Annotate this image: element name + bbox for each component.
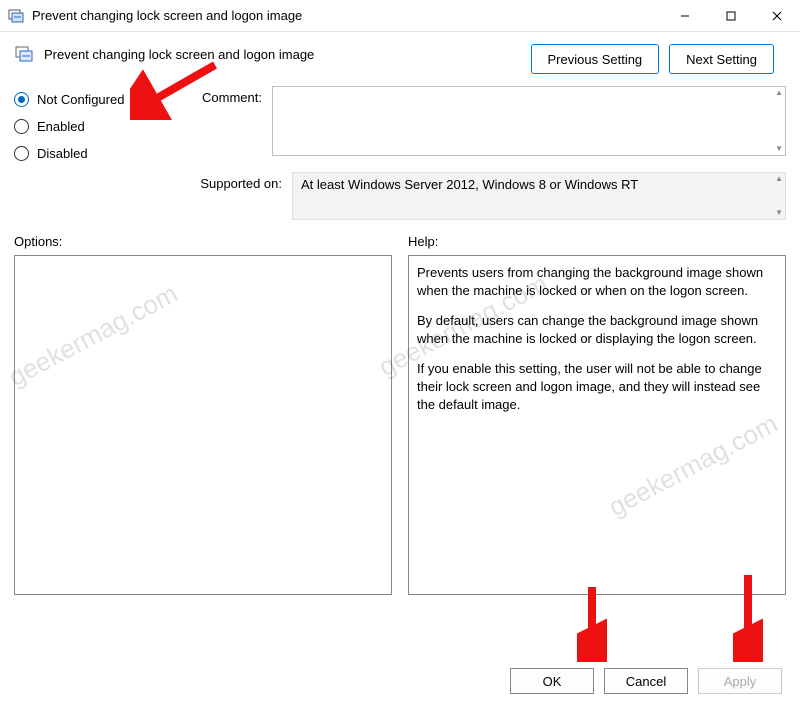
chevron-up-icon: ▲ [775,89,783,97]
panels: Options: Help: Prevents users from chang… [0,230,800,595]
minimize-button[interactable] [662,0,708,32]
options-box [14,255,392,595]
comment-input[interactable]: ▲ ▼ [272,86,786,156]
chevron-up-icon: ▲ [775,175,783,183]
chevron-down-icon: ▼ [775,209,783,217]
radio-not-configured[interactable]: Not Configured [14,92,174,107]
titlebar: Prevent changing lock screen and logon i… [0,0,800,32]
apply-button[interactable]: Apply [698,668,782,694]
radio-indicator [14,92,29,107]
radio-label: Disabled [37,146,88,161]
close-button[interactable] [754,0,800,32]
titlebar-left: Prevent changing lock screen and logon i… [8,8,302,24]
supported-label: Supported on: [186,176,286,191]
state-radios: Not Configured Enabled Disabled [14,92,174,220]
window-controls [662,0,800,31]
radio-label: Not Configured [37,92,124,107]
header-left: Prevent changing lock screen and logon i… [14,44,314,64]
ok-button[interactable]: OK [510,668,594,694]
help-paragraph: If you enable this setting, the user wil… [417,360,777,414]
radio-indicator [14,146,29,161]
window-title: Prevent changing lock screen and logon i… [32,8,302,23]
scrollbar[interactable]: ▲ ▼ [775,89,783,153]
previous-setting-button[interactable]: Previous Setting [531,44,660,74]
radio-label: Enabled [37,119,85,134]
help-paragraph: Prevents users from changing the backgro… [417,264,777,300]
options-label: Options: [14,234,392,249]
radio-enabled[interactable]: Enabled [14,119,174,134]
cancel-button[interactable]: Cancel [604,668,688,694]
policy-title: Prevent changing lock screen and logon i… [44,47,314,62]
comment-label: Comment: [186,90,266,105]
help-panel: Help: Prevents users from changing the b… [408,234,786,595]
help-box: Prevents users from changing the backgro… [408,255,786,595]
field-column: Comment: ▲ ▼ Supported on: At least Wind… [186,86,786,220]
nav-buttons: Previous Setting Next Setting [531,44,775,74]
footer-buttons: OK Cancel Apply [510,668,782,694]
scrollbar: ▲ ▼ [775,175,783,217]
supported-value-box: At least Windows Server 2012, Windows 8 … [292,172,786,220]
config-area: Not Configured Enabled Disabled Comment:… [0,80,800,230]
maximize-button[interactable] [708,0,754,32]
radio-disabled[interactable]: Disabled [14,146,174,161]
supported-field: Supported on: At least Windows Server 20… [186,172,786,220]
comment-field: Comment: ▲ ▼ [186,86,786,156]
help-label: Help: [408,234,786,249]
header: Prevent changing lock screen and logon i… [0,32,800,80]
app-icon [8,8,24,24]
next-setting-button[interactable]: Next Setting [669,44,774,74]
options-panel: Options: [14,234,392,595]
radio-indicator [14,119,29,134]
supported-value: At least Windows Server 2012, Windows 8 … [301,177,638,192]
chevron-down-icon: ▼ [775,145,783,153]
policy-icon [14,44,34,64]
help-paragraph: By default, users can change the backgro… [417,312,777,348]
